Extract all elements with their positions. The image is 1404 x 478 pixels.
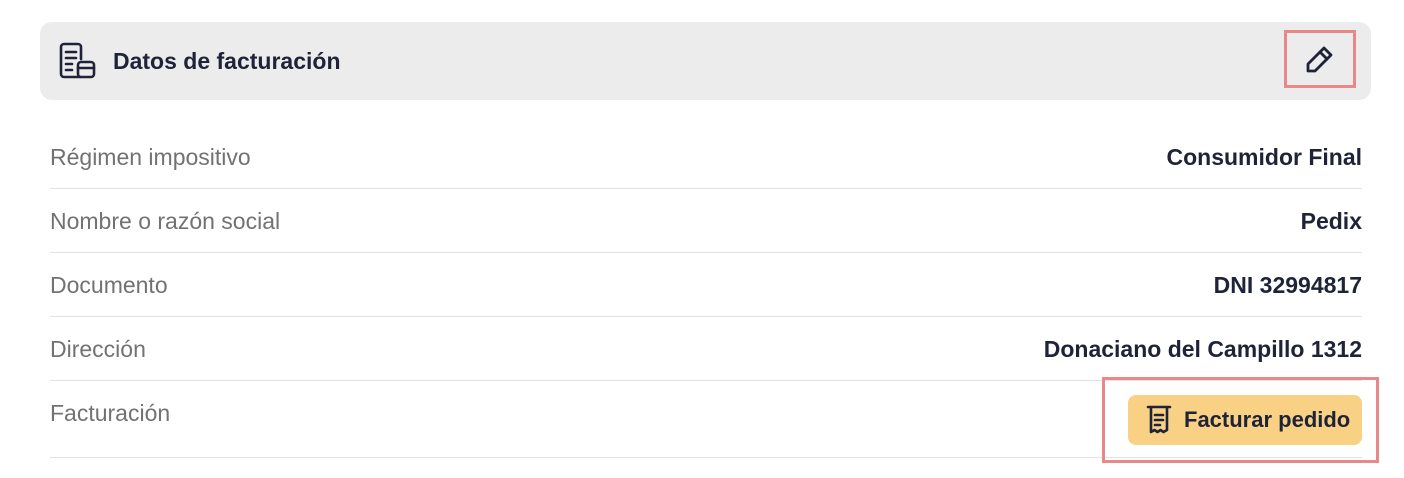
billing-data-header: Datos de facturación (40, 22, 1371, 100)
pencil-icon (1306, 46, 1333, 73)
invoice-card-icon (59, 42, 96, 79)
edit-button[interactable] (1284, 30, 1356, 88)
billing-details-list: Régimen impositivo Consumidor Final Nomb… (50, 125, 1379, 463)
list-item: Régimen impositivo Consumidor Final (50, 125, 1362, 189)
page-title: Datos de facturación (113, 48, 341, 74)
list-item: Documento DNI 32994817 (50, 253, 1362, 317)
row-label: Dirección (50, 336, 146, 362)
billing-row: Facturación Facturar pedido (50, 377, 1379, 463)
row-label: Régimen impositivo (50, 144, 251, 170)
row-label: Facturación (50, 400, 171, 426)
row-value: Pedix (1300, 208, 1362, 234)
receipt-icon (1146, 405, 1172, 434)
row-value: Donaciano del Campillo 1312 (1043, 336, 1362, 362)
row-value: DNI 32994817 (1213, 272, 1362, 298)
list-item: Nombre o razón social Pedix (50, 189, 1362, 253)
row-value: Consumidor Final (1166, 144, 1363, 170)
bill-order-label: Facturar pedido (1184, 407, 1351, 432)
list-item: Dirección Donaciano del Campillo 1312 (50, 317, 1362, 381)
row-label: Documento (50, 272, 168, 298)
row-label: Nombre o razón social (50, 208, 281, 234)
bill-order-button[interactable]: Facturar pedido (1128, 395, 1362, 445)
